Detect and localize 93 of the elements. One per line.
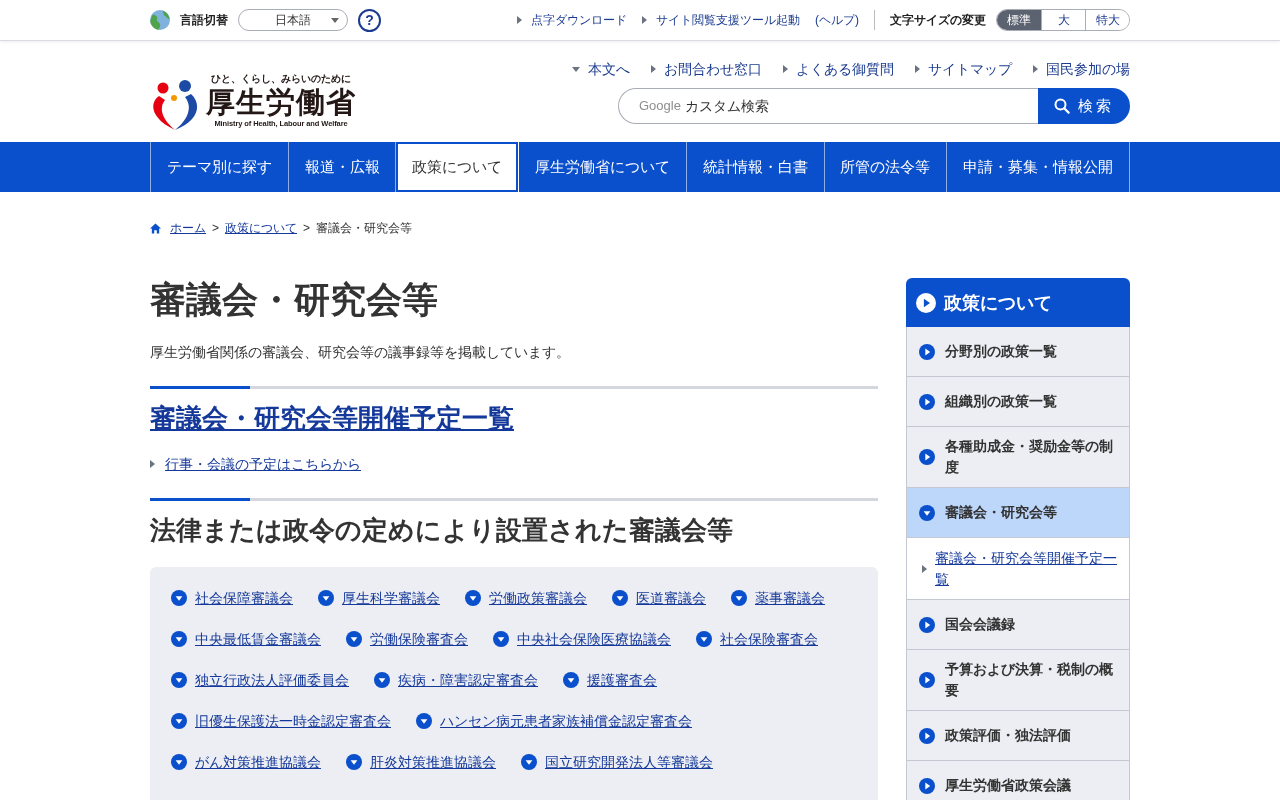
language-label: 言語切替 [180, 11, 228, 29]
sidebar-item[interactable]: 国会会議録 [906, 600, 1130, 650]
council-link[interactable]: 社会保障審議会 [171, 587, 293, 609]
play-circle-icon [916, 292, 936, 313]
council-link[interactable]: ハンセン病元患者家族補償金認定審査会 [416, 710, 692, 732]
nav-tab[interactable]: テーマ別に探す [151, 142, 289, 192]
lead-text: 厚生労働省関係の審議会、研究会等の議事録等を掲載しています。 [150, 343, 571, 362]
triangle-down-circle-icon [493, 631, 509, 647]
triangle-down-circle-icon [416, 713, 432, 729]
triangle-right-icon [915, 65, 920, 73]
triangle-down-circle-icon [171, 631, 187, 647]
triangle-right-icon [642, 16, 647, 24]
nav-tab[interactable]: 所管の法令等 [824, 142, 948, 192]
nav-tab[interactable]: 政策について [396, 142, 520, 192]
font-size-label: 文字サイズの変更 [890, 11, 986, 29]
triangle-down-circle-icon [521, 754, 537, 770]
breadcrumb-link[interactable]: 政策について [225, 219, 297, 237]
triangle-right-icon [783, 65, 788, 73]
sidebar-item[interactable]: 分野別の政策一覧 [906, 327, 1130, 377]
top-link[interactable]: 点字ダウンロード [517, 11, 627, 29]
sidebar-item[interactable]: 政策評価・独法評価 [906, 711, 1130, 761]
section-heading-link[interactable]: 審議会・研究会等開催予定一覧 [150, 403, 514, 433]
triangle-down-circle-icon [612, 590, 628, 606]
caret-down-icon [331, 17, 339, 23]
search-icon [1054, 98, 1070, 114]
triangle-right-icon [651, 65, 656, 73]
header-link[interactable]: サイトマップ [915, 59, 1012, 79]
search-button[interactable]: 検索 [1038, 88, 1130, 124]
council-link[interactable]: 旧優生保護法一時金認定審査会 [171, 710, 391, 732]
font-size-button[interactable]: 特大 [1085, 10, 1129, 30]
font-size-button[interactable]: 標準 [997, 10, 1041, 30]
council-link[interactable]: 医道審議会 [612, 587, 706, 609]
logo-tagline: ひと、くらし、みらいのために [211, 73, 351, 85]
help-link[interactable]: (ヘルプ) [815, 11, 859, 29]
council-link[interactable]: 独立行政法人評価委員会 [171, 669, 349, 691]
triangle-down-icon [572, 66, 580, 72]
triangle-right-icon [1033, 65, 1038, 73]
breadcrumb-current: 審議会・研究会等 [316, 220, 413, 237]
council-link[interactable]: 厚生科学審議会 [318, 587, 440, 609]
council-link[interactable]: 中央社会保険医療協議会 [493, 628, 671, 650]
triangle-down-circle-icon [563, 672, 579, 688]
logo-name: 厚生労働省 [206, 85, 356, 119]
triangle-right-icon [517, 16, 522, 24]
sidebar-item[interactable]: 厚生労働省政策会議 [906, 761, 1130, 800]
sidebar-item[interactable]: 審議会・研究会等 [906, 488, 1130, 538]
breadcrumb-separator: > [303, 220, 311, 237]
top-link[interactable]: サイト閲覧支援ツール起動 [642, 11, 800, 29]
header-link[interactable]: お問合わせ窓口 [651, 59, 762, 79]
triangle-right-icon [922, 564, 927, 573]
globe-icon [150, 10, 170, 30]
triangle-down-circle-icon [171, 754, 187, 770]
breadcrumb-separator: > [212, 220, 219, 237]
heart-figures-icon [150, 79, 200, 131]
triangle-down-circle-icon [346, 631, 362, 647]
sidebar-item[interactable]: 各種助成金・奨励金等の制度 [906, 427, 1130, 488]
home-icon [150, 222, 161, 234]
nav-tab[interactable]: 申請・募集・情報公開 [947, 142, 1130, 192]
section-heading: 法律または政令の定めにより設置された審議会等 [150, 514, 734, 547]
triangle-down-circle-icon [374, 672, 390, 688]
header-link[interactable]: 国民参加の場 [1033, 59, 1130, 79]
sidebar-item[interactable]: 組織別の政策一覧 [906, 377, 1130, 427]
council-link[interactable]: 労働保険審査会 [346, 628, 468, 650]
council-link[interactable]: がん対策推進協議会 [171, 751, 321, 773]
sidebar-heading-link[interactable]: 政策について [906, 278, 1130, 327]
council-link[interactable]: 疾病・障害認定審査会 [374, 669, 538, 691]
council-link[interactable]: 薬事審議会 [731, 587, 825, 609]
council-link[interactable]: 労働政策審議会 [465, 587, 587, 609]
search-brand-text: Google [639, 98, 681, 114]
council-link[interactable]: 肝炎対策推進協議会 [346, 751, 496, 773]
triangle-right-icon [150, 460, 155, 468]
triangle-down-circle-icon [731, 590, 747, 606]
help-button[interactable]: ? [358, 8, 381, 32]
triangle-down-circle-icon [318, 590, 334, 606]
triangle-down-circle-icon [171, 590, 187, 606]
language-select[interactable]: 日本語 [238, 9, 348, 31]
sidebar-subitem[interactable]: 審議会・研究会等開催予定一覧 [906, 538, 1130, 600]
schedule-link[interactable]: 行事・会議の予定はこちらから [150, 453, 361, 475]
triangle-down-circle-icon [171, 672, 187, 688]
nav-tab[interactable]: 厚生労働省について [519, 142, 687, 192]
triangle-down-circle-icon [696, 631, 712, 647]
triangle-down-circle-icon [346, 754, 362, 770]
council-link[interactable]: 社会保険審査会 [696, 628, 818, 650]
council-link[interactable]: 国立研究開発法人等審議会 [521, 751, 713, 773]
council-link[interactable]: 援護審査会 [563, 669, 657, 691]
page-title: 審議会・研究会等 [150, 278, 439, 322]
header-link[interactable]: よくある御質問 [783, 59, 894, 79]
council-link[interactable]: 中央最低賃金審議会 [171, 628, 321, 650]
triangle-down-circle-icon [465, 590, 481, 606]
breadcrumb-link[interactable]: ホーム [150, 219, 206, 237]
triangle-down-circle-icon [171, 713, 187, 729]
header-link[interactable]: 本文へ [572, 59, 630, 79]
sidebar-item[interactable]: 予算および決算・税制の概要 [906, 650, 1130, 711]
nav-tab[interactable]: 統計情報・白書 [686, 142, 825, 192]
